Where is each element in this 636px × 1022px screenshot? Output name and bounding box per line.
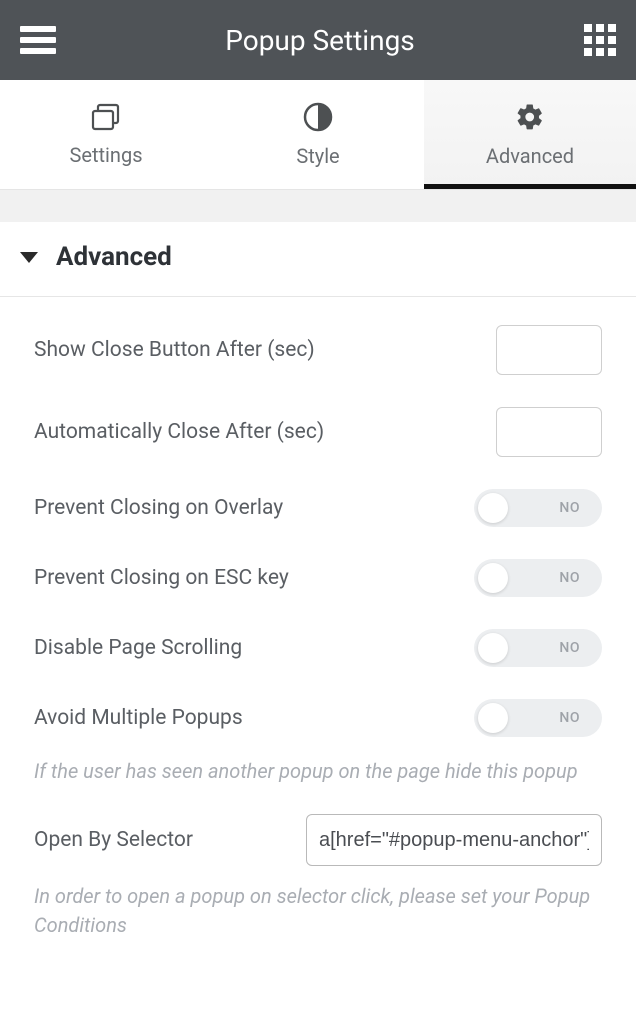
label-avoid-multiple: Avoid Multiple Popups [34, 706, 474, 730]
section-header[interactable]: Advanced [0, 222, 636, 297]
app-header: Popup Settings [0, 0, 636, 80]
menu-icon[interactable] [20, 26, 56, 54]
label-prevent-esc: Prevent Closing on ESC key [34, 566, 474, 590]
label-auto-close-after: Automatically Close After (sec) [34, 420, 496, 444]
toggle-knob [478, 633, 508, 663]
toggle-disable-scroll[interactable]: NO [474, 629, 602, 667]
tab-label: Settings [69, 143, 142, 167]
toggle-state: NO [559, 710, 580, 726]
tab-label: Advanced [486, 144, 574, 168]
help-avoid-multiple: If the user has seen another popup on th… [0, 757, 636, 786]
toggle-avoid-multiple[interactable]: NO [474, 699, 602, 737]
input-show-close-after[interactable] [496, 325, 602, 375]
help-open-by-selector: In order to open a popup on selector cli… [0, 882, 636, 940]
spacer [0, 190, 636, 222]
row-open-by-selector: Open By Selector [0, 814, 636, 866]
tab-style[interactable]: Style [212, 80, 424, 189]
toggle-prevent-overlay[interactable]: NO [474, 489, 602, 527]
label-show-close-after: Show Close Button After (sec) [34, 338, 496, 362]
input-auto-close-after[interactable] [496, 407, 602, 457]
advanced-panel: Show Close Button After (sec) Automatica… [0, 297, 636, 737]
tabs: Settings Style Advanced [0, 80, 636, 190]
page-title: Popup Settings [225, 24, 415, 57]
settings-tab-icon [90, 103, 122, 131]
toggle-state: NO [559, 570, 580, 586]
toggle-knob [478, 703, 508, 733]
apps-grid-icon[interactable] [584, 24, 616, 56]
caret-down-icon [20, 252, 38, 263]
label-disable-scroll: Disable Page Scrolling [34, 636, 474, 660]
row-prevent-esc: Prevent Closing on ESC key NO [34, 559, 602, 597]
tab-settings[interactable]: Settings [0, 80, 212, 189]
toggle-prevent-esc[interactable]: NO [474, 559, 602, 597]
toggle-knob [478, 493, 508, 523]
advanced-tab-icon [515, 102, 545, 132]
toggle-state: NO [559, 640, 580, 656]
input-open-by-selector[interactable] [306, 814, 602, 866]
toggle-state: NO [559, 500, 580, 516]
label-open-by-selector: Open By Selector [34, 828, 288, 852]
tab-advanced[interactable]: Advanced [424, 80, 636, 189]
row-prevent-overlay: Prevent Closing on Overlay NO [34, 489, 602, 527]
row-disable-scroll: Disable Page Scrolling NO [34, 629, 602, 667]
label-prevent-overlay: Prevent Closing on Overlay [34, 496, 474, 520]
section-title: Advanced [56, 242, 172, 272]
toggle-knob [478, 563, 508, 593]
row-show-close-after: Show Close Button After (sec) [34, 325, 602, 375]
tab-label: Style [296, 144, 339, 168]
row-avoid-multiple: Avoid Multiple Popups NO [34, 699, 602, 737]
style-tab-icon [303, 102, 333, 132]
row-auto-close-after: Automatically Close After (sec) [34, 407, 602, 457]
